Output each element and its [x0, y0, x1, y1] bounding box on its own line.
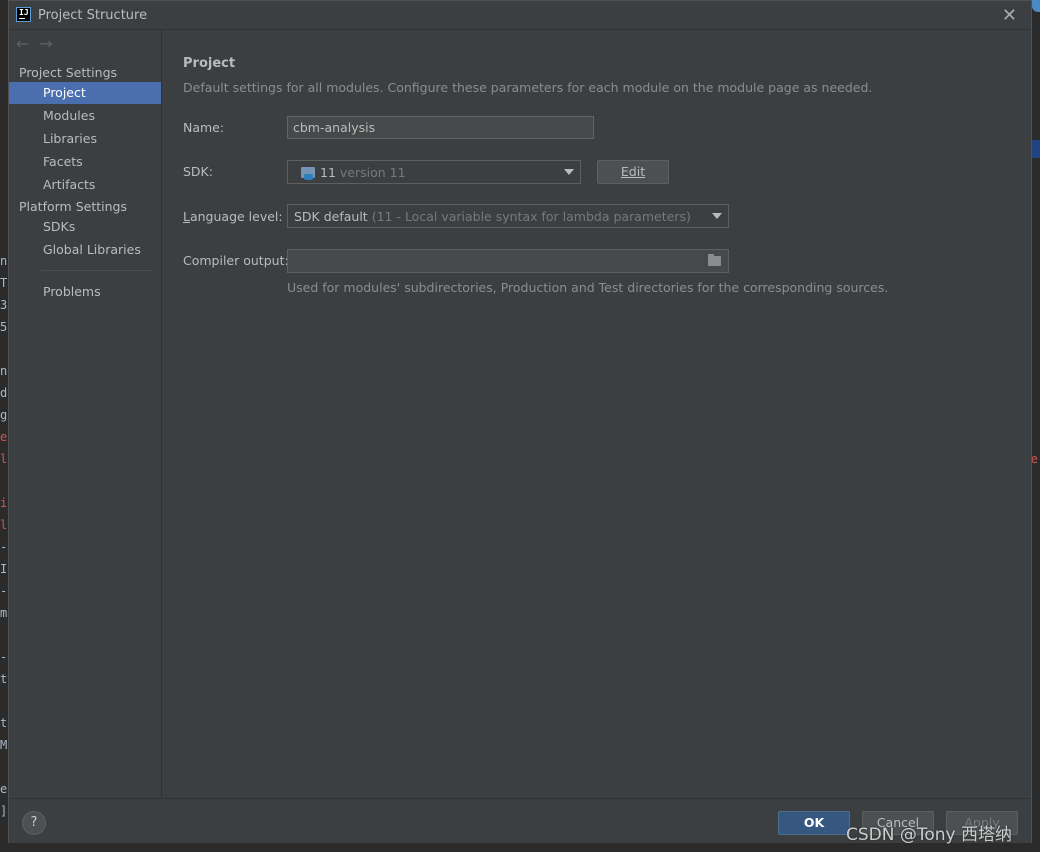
- ok-button[interactable]: OK: [778, 811, 850, 835]
- page-description: Default settings for all modules. Config…: [183, 80, 873, 95]
- background-editor-char: i: [0, 496, 8, 510]
- compiler-output-label: Compiler output:: [183, 253, 289, 268]
- project-settings-panel: Project Default settings for all modules…: [162, 30, 1031, 798]
- sidebar-item-sdks[interactable]: SDKs: [9, 216, 161, 238]
- language-level-value: SDK default: [294, 209, 368, 224]
- background-editor-char: e: [0, 430, 8, 444]
- background-editor-char: [0, 690, 8, 712]
- sidebar-item-facets[interactable]: Facets: [9, 151, 161, 173]
- background-editor-char: n: [0, 254, 8, 268]
- background-indicator: [1032, 0, 1040, 12]
- sdk-detail: version 11: [339, 165, 406, 180]
- background-editor-char: T: [0, 276, 8, 290]
- forward-arrow-icon[interactable]: →: [39, 34, 52, 53]
- background-editor-char: d: [0, 386, 8, 400]
- sidebar-item-global-libraries[interactable]: Global Libraries: [9, 239, 161, 261]
- sdk-dropdown[interactable]: 11 version 11: [287, 160, 581, 184]
- background-editor-char: t: [0, 716, 8, 730]
- background-selection: [1032, 140, 1040, 158]
- close-icon[interactable]: ✕: [1002, 5, 1017, 26]
- compiler-output-input[interactable]: [287, 249, 729, 273]
- intellij-icon: IJ: [16, 7, 31, 22]
- window-title: Project Structure: [38, 8, 148, 23]
- background-editor-char: [0, 338, 8, 360]
- project-structure-dialog: IJ Project Structure ✕ ← → Project Settin…: [8, 0, 1032, 843]
- background-editor-char: 5: [0, 320, 8, 334]
- help-button[interactable]: ?: [22, 811, 46, 835]
- sidebar-item-modules[interactable]: Modules: [9, 105, 161, 127]
- page-title: Project: [183, 56, 236, 71]
- folder-browse-icon[interactable]: [708, 254, 721, 266]
- background-editor-char: -: [0, 540, 8, 554]
- background-editor-char: l: [0, 452, 8, 466]
- background-editor-left-edge: n T 3 5 n d g e l i l - I - m - t t Me]: [0, 250, 8, 822]
- language-level-dropdown[interactable]: SDK default (11 - Local variable syntax …: [287, 204, 729, 228]
- background-editor-char: [0, 756, 8, 778]
- language-level-label-text: anguage level:: [189, 209, 283, 224]
- sidebar: ← → Project Settings Project Modules Libr…: [9, 30, 162, 798]
- background-editor-char: n: [0, 364, 8, 378]
- background-editor-char: -: [0, 584, 8, 598]
- nav-arrows: ← →: [16, 34, 63, 53]
- sidebar-item-project[interactable]: Project: [9, 82, 161, 104]
- edit-sdk-button[interactable]: Edit: [597, 160, 669, 184]
- background-editor-char: [0, 624, 8, 646]
- sidebar-divider: [41, 270, 153, 271]
- background-editor-char: m: [0, 606, 8, 620]
- edit-button-label: Edit: [620, 164, 646, 179]
- background-editor-char: I: [0, 562, 8, 576]
- background-editor-char: t: [0, 672, 8, 686]
- background-editor-char: g: [0, 408, 8, 422]
- language-level-detail: (11 - Local variable syntax for lambda p…: [371, 209, 691, 224]
- chevron-down-icon: [564, 169, 574, 175]
- watermark: CSDN @Tony 西塔纳: [846, 825, 1013, 845]
- sdk-value: 11: [320, 165, 336, 180]
- title-bar[interactable]: IJ Project Structure ✕: [9, 1, 1031, 30]
- background-editor-char: -: [0, 650, 8, 664]
- background-editor-char: 3: [0, 298, 8, 312]
- compiler-output-hint: Used for modules' subdirectories, Produc…: [287, 280, 889, 295]
- sdk-folder-icon: [301, 167, 315, 180]
- language-level-label: Language level:: [183, 209, 283, 224]
- sidebar-item-libraries[interactable]: Libraries: [9, 128, 161, 150]
- language-level-mnemonic: L: [183, 209, 190, 224]
- background-editor-char: [0, 470, 8, 492]
- background-editor-char: M: [0, 738, 8, 752]
- sidebar-item-problems[interactable]: Problems: [9, 281, 161, 303]
- chevron-down-icon: [712, 213, 722, 219]
- sidebar-item-artifacts[interactable]: Artifacts: [9, 174, 161, 196]
- background-editor-char: ]: [0, 804, 8, 818]
- background-editor-char: l: [0, 518, 8, 532]
- sidebar-group-platform-settings: Platform Settings: [19, 199, 127, 214]
- back-arrow-icon[interactable]: ←: [16, 34, 29, 53]
- sidebar-group-project-settings: Project Settings: [19, 65, 118, 80]
- project-name-input[interactable]: cbm-analysis: [287, 116, 594, 139]
- background-editor-char: e: [0, 782, 8, 796]
- name-label: Name:: [183, 120, 225, 135]
- sdk-label: SDK:: [183, 164, 213, 179]
